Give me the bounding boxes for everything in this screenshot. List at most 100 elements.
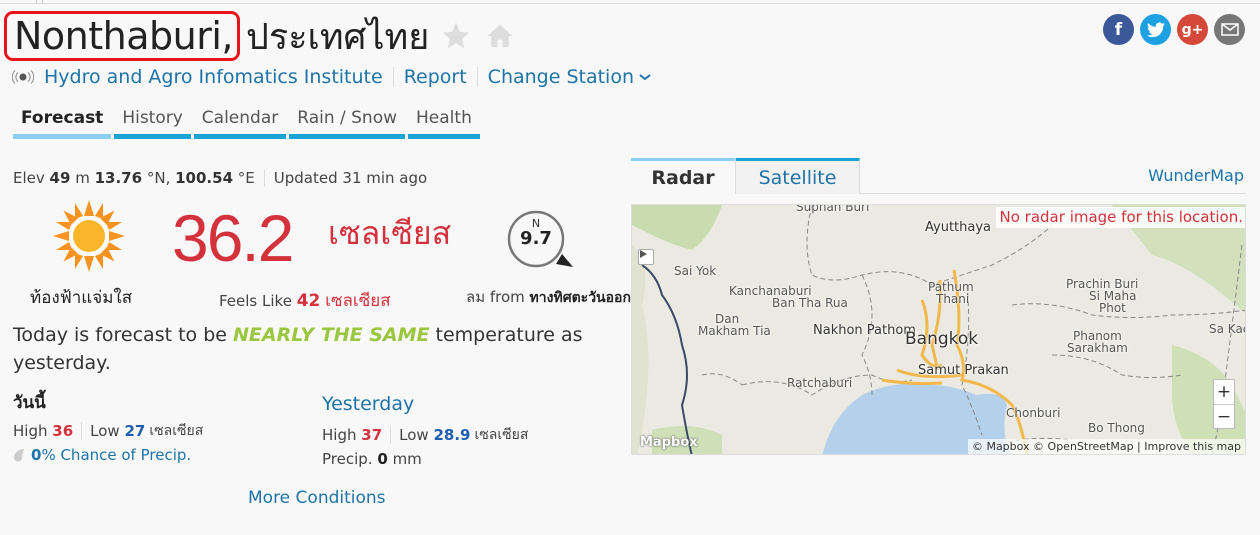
play-animation-button[interactable] <box>638 249 654 265</box>
yesterday-precip-value: 0 <box>377 450 388 468</box>
wind-direction: ทางทิศตะวันออกเฉียงใต้ <box>529 290 632 306</box>
latitude-value: 13.76 <box>94 169 143 187</box>
yesterday-precip-unit: mm <box>392 450 422 468</box>
map-label-nakhon-pathom: Nakhon Pathom <box>813 323 916 338</box>
map-label-samut-prakan: Samut Prakan <box>918 363 1009 378</box>
city-highlight-box: Nonthaburi, <box>4 11 240 61</box>
no-radar-message: No radar image for this location. <box>995 207 1245 228</box>
top-border <box>0 0 1260 4</box>
googleplus-icon: g+ <box>1181 21 1204 38</box>
feels-like-value: 42 <box>296 291 321 311</box>
map-label-bo-thong: Bo Thong <box>1088 421 1145 435</box>
map-tabs: Radar Satellite WunderMap <box>631 158 1246 194</box>
station-name-link[interactable]: Hydro and Agro Infomatics Institute <box>44 66 383 88</box>
yesterday-precip: Precip. 0 mm <box>322 450 422 468</box>
divider <box>263 169 265 187</box>
divider <box>476 67 478 87</box>
station-meta: Elev 49 m 13.76 °N, 100.54 °E Updated 31… <box>13 169 427 187</box>
yesterday-unit: เซลเซียส <box>474 427 529 443</box>
forecast-prefix: Today is forecast to be <box>13 324 227 346</box>
current-temperature: 36.2 <box>172 201 294 275</box>
feels-like: Feels Like 42 เซลเซียส <box>219 287 391 314</box>
googleplus-share-button[interactable]: g+ <box>1177 14 1208 45</box>
map-label-thani: Thani <box>936 292 970 306</box>
today-high-low: High 36 Low 27 เซลเซียส <box>13 420 203 442</box>
forecast-highlight: NEARLY THE SAME <box>233 324 430 346</box>
radar-map[interactable]: Suphan Buri Ayutthaya Sai Yok Kanchanabu… <box>631 204 1246 455</box>
today-low-label: Low <box>90 422 120 440</box>
longitude-unit: °E <box>237 169 255 187</box>
today-precip-value: 0 <box>31 446 42 464</box>
email-icon <box>1220 23 1239 36</box>
map-label-sai-yok: Sai Yok <box>674 264 717 278</box>
facebook-share-button[interactable]: f <box>1103 14 1134 45</box>
yesterday-high-value: 37 <box>361 426 383 444</box>
terrain-hills <box>632 245 649 454</box>
divider <box>390 426 392 444</box>
twitter-share-button[interactable] <box>1140 14 1171 45</box>
change-station-link[interactable]: Change Station <box>488 66 634 88</box>
location-title: Nonthaburi, ประเทศไทย <box>4 10 517 62</box>
email-share-button[interactable] <box>1214 14 1245 45</box>
home-icon[interactable] <box>483 19 517 53</box>
yesterday-high-low: High 37 Low 28.9 เซลเซียส <box>322 424 528 446</box>
chevron-down-icon[interactable] <box>638 72 652 82</box>
mapbox-logo[interactable]: Mapbox <box>640 435 698 450</box>
more-conditions-link[interactable]: More Conditions <box>248 488 386 508</box>
map-label-makham-tia: Makham Tia <box>698 324 771 338</box>
tab-radar[interactable]: Radar <box>631 158 736 194</box>
today-unit: เซลเซียส <box>149 423 204 439</box>
zoom-out-button[interactable]: − <box>1214 404 1234 428</box>
yesterday-high-label: High <box>322 426 357 444</box>
today-low-value: 27 <box>124 422 146 440</box>
tab-calendar[interactable]: Calendar <box>193 106 287 139</box>
facebook-icon: f <box>1114 19 1123 40</box>
today-high-value: 36 <box>52 422 74 440</box>
city-name: Nonthaburi, <box>14 14 234 58</box>
wundermap-link[interactable]: WunderMap <box>1148 166 1244 185</box>
map-label-sarakham: Sarakham <box>1067 341 1128 355</box>
report-link[interactable]: Report <box>404 66 467 88</box>
tab-health[interactable]: Health <box>408 106 480 139</box>
divider <box>81 422 83 440</box>
tab-satellite[interactable]: Satellite <box>736 158 860 194</box>
map-attribution[interactable]: © Mapbox © OpenStreetMap | Improve this … <box>967 439 1245 454</box>
terrain-green <box>632 205 722 250</box>
today-precip-text: % Chance of Precip. <box>41 446 192 464</box>
map-label-bangkok: Bangkok <box>905 329 979 349</box>
favorite-star-icon[interactable] <box>439 19 473 53</box>
elev-unit: m <box>75 169 90 187</box>
feels-like-unit: เซลเซียส <box>325 291 391 311</box>
wind-compass: N 9.7 <box>506 206 578 274</box>
wind-speed: 9.7 <box>520 228 552 249</box>
yesterday-low-label: Low <box>399 426 429 444</box>
temperature-unit: เซลเซียส <box>328 214 452 252</box>
today-high-label: High <box>13 422 48 440</box>
feels-like-label: Feels Like <box>219 292 292 310</box>
yesterday-low-value: 28.9 <box>433 426 471 444</box>
longitude-value: 100.54 <box>175 169 234 187</box>
tab-forecast[interactable]: Forecast <box>13 106 112 139</box>
updated-time: Updated 31 min ago <box>273 169 428 187</box>
map-label-chonburi: Chonburi <box>1006 406 1061 420</box>
divider <box>392 67 394 87</box>
main-tabs: Forecast History Calendar Rain / Snow He… <box>13 106 480 139</box>
sunny-icon <box>53 200 125 272</box>
map-label-ayutthaya: Ayutthaya <box>925 220 992 235</box>
forecast-summary: Today is forecast to be NEARLY THE SAME … <box>13 321 613 377</box>
play-icon <box>640 250 647 258</box>
map-zoom-controls: + − <box>1213 379 1235 429</box>
today-precip[interactable]: 0 % Chance of Precip. <box>13 446 191 464</box>
broadcast-icon <box>12 69 34 85</box>
social-share: f g+ <box>1103 14 1245 45</box>
elev-label: Elev <box>13 169 45 187</box>
elev-value: 49 <box>49 169 71 187</box>
country-name: ประเทศไทย <box>246 16 430 58</box>
yesterday-precip-label: Precip. <box>322 450 373 468</box>
zoom-in-button[interactable]: + <box>1214 380 1234 404</box>
tab-rain-snow[interactable]: Rain / Snow <box>289 106 406 139</box>
map-label-suphan-buri: Suphan Buri <box>796 204 870 214</box>
yesterday-link[interactable]: Yesterday <box>322 393 414 415</box>
raindrop-icon <box>14 449 24 462</box>
tab-history[interactable]: History <box>114 106 191 139</box>
